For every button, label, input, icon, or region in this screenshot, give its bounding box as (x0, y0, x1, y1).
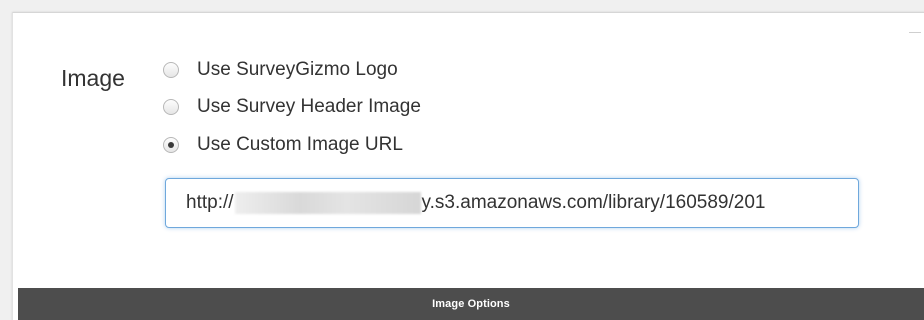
radio-survey-header-image[interactable] (163, 99, 179, 115)
option-label: Use SurveyGizmo Logo (197, 59, 398, 80)
redacted-url-segment (234, 192, 421, 214)
option-label: Use Custom Image URL (197, 134, 403, 155)
option-use-custom-image-url[interactable]: Use Custom Image URL (163, 132, 403, 158)
footer-title: Image Options (432, 298, 510, 310)
radio-custom-image-url[interactable] (163, 137, 179, 153)
image-field-label: Image (61, 65, 125, 91)
image-options-bar: Image Options (18, 288, 924, 320)
url-suffix: y.s3.amazonaws.com/library/160589/201 (421, 192, 766, 213)
custom-image-url-input[interactable]: http:// y.s3.amazonaws.com/library/16058… (165, 178, 859, 228)
scrollbar-hint[interactable] (909, 32, 921, 33)
option-use-surveygizmo-logo[interactable]: Use SurveyGizmo Logo (163, 57, 398, 83)
url-prefix: http:// (186, 192, 234, 213)
radio-surveygizmo-logo[interactable] (163, 62, 179, 78)
option-use-survey-header-image[interactable]: Use Survey Header Image (163, 94, 421, 120)
image-options-screen: Image Use SurveyGizmo Logo Use Survey He… (0, 0, 924, 320)
option-label: Use Survey Header Image (197, 96, 421, 117)
settings-panel (12, 12, 924, 320)
